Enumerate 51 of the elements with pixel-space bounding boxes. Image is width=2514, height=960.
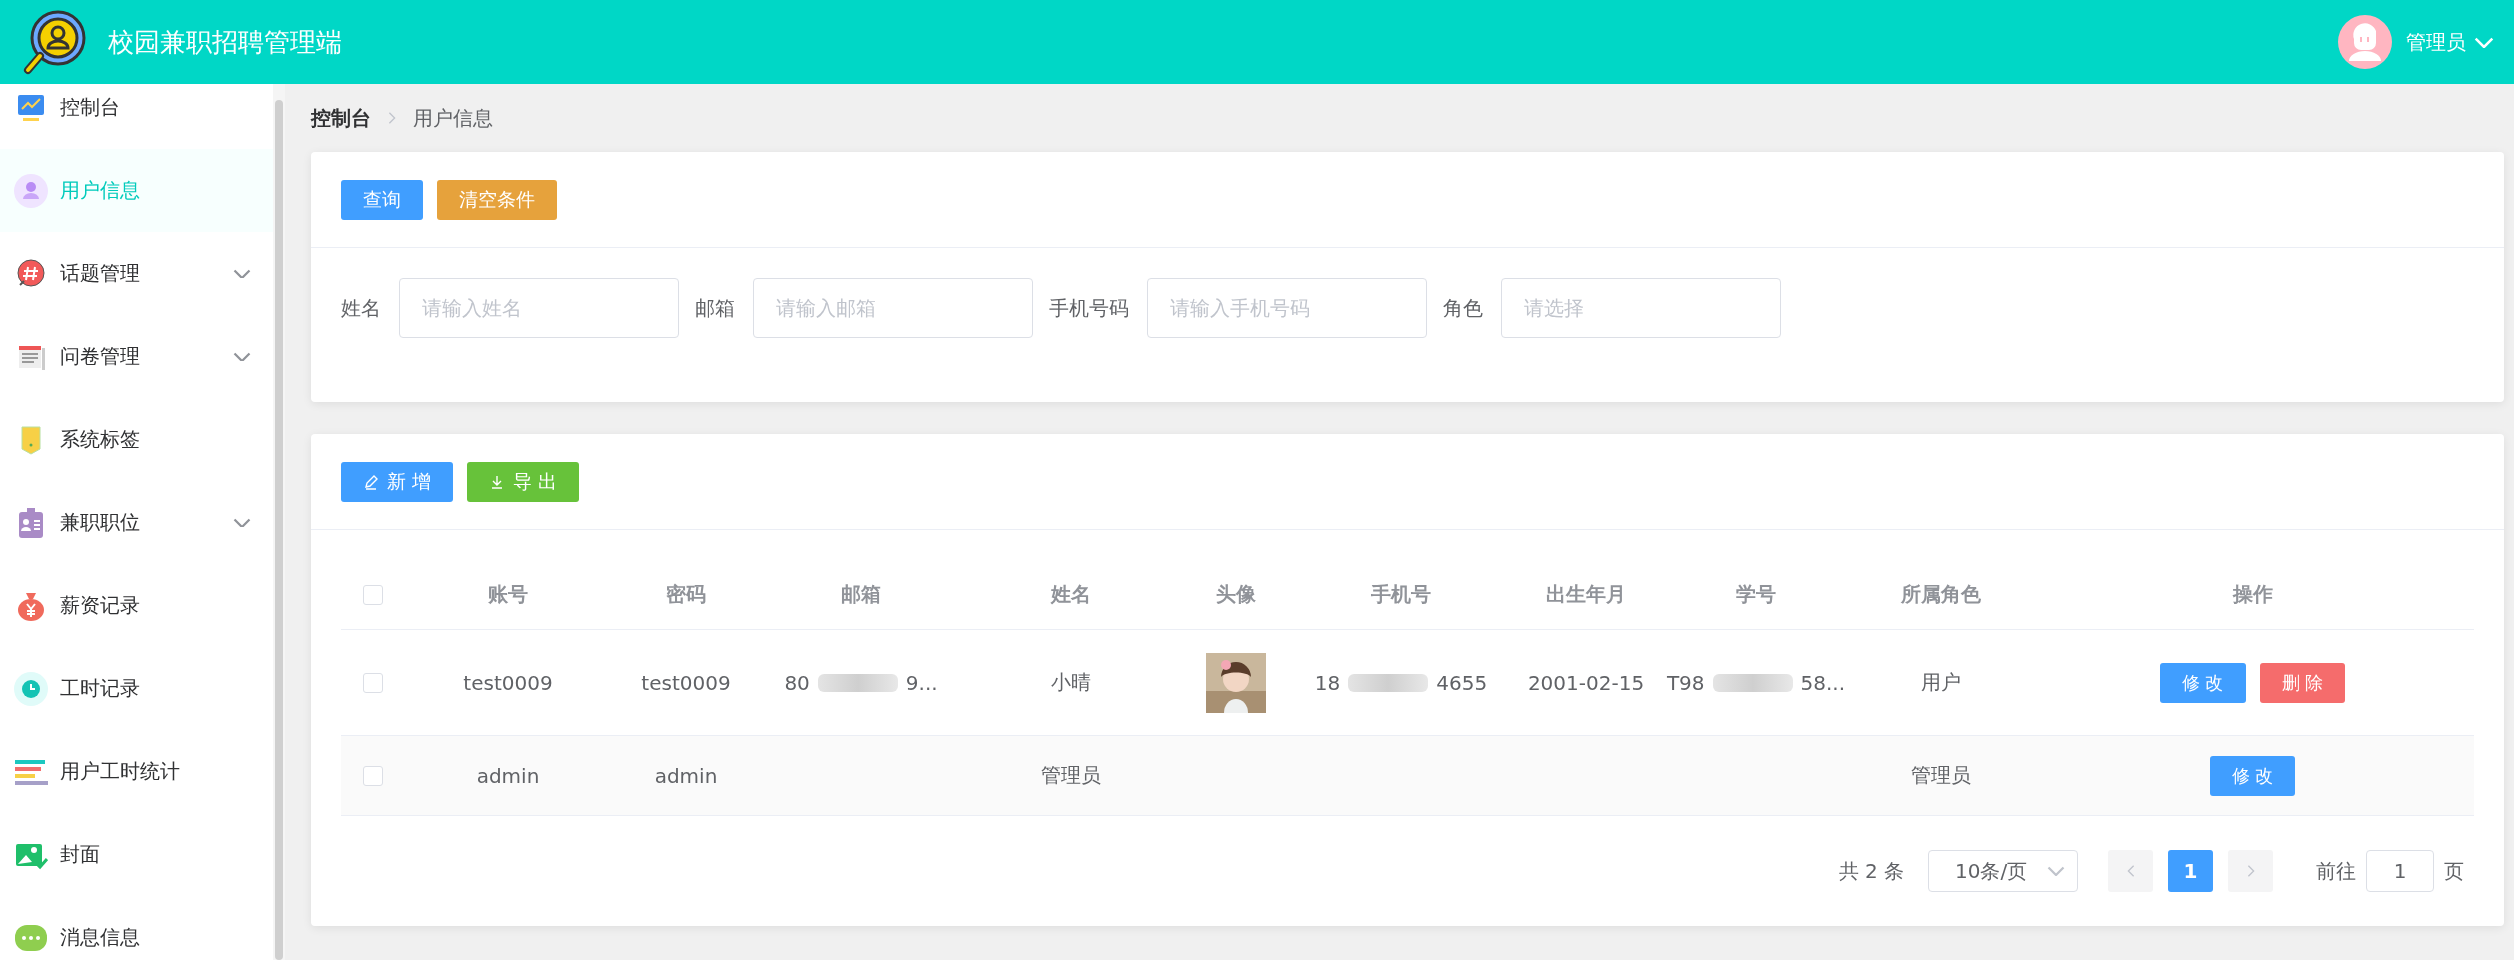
avatar-icon[interactable] bbox=[2338, 15, 2392, 69]
caret-icon bbox=[2474, 36, 2494, 48]
column-header: 邮箱 bbox=[841, 581, 881, 608]
column-header: 出生年月 bbox=[1546, 581, 1626, 608]
filter-label: 角色 bbox=[1443, 294, 1483, 322]
select-all-checkbox[interactable] bbox=[363, 584, 383, 605]
column-header: 所属角色 bbox=[1901, 581, 1981, 608]
table-cell-text: 管理员 bbox=[1041, 762, 1101, 789]
chevron-down-icon bbox=[2047, 866, 2065, 876]
filter-input[interactable]: 请输入手机号码 bbox=[1147, 278, 1427, 338]
table-cell-text: 80 bbox=[784, 670, 810, 695]
filter-input[interactable]: 请选择 bbox=[1501, 278, 1781, 338]
table-cell-text: 小晴 bbox=[1051, 669, 1091, 696]
table-cell-text: 管理员 bbox=[1911, 762, 1971, 789]
breadcrumb-item[interactable]: 控制台 bbox=[311, 104, 371, 132]
table-cell-text: test0009 bbox=[641, 670, 731, 695]
column-header: 操作 bbox=[2232, 581, 2273, 608]
table-cell-text: 用户 bbox=[1921, 669, 1961, 696]
table-cell-text: 58... bbox=[1800, 670, 1846, 695]
pencil-icon bbox=[363, 473, 379, 490]
filter-input[interactable]: 请输入姓名 bbox=[399, 278, 679, 338]
user-icon bbox=[14, 173, 48, 208]
table-cell-text: 9... bbox=[905, 670, 938, 695]
breadcrumb-item: 用户信息 bbox=[413, 104, 493, 132]
goto-suffix: 页 bbox=[2444, 857, 2464, 885]
filter-label: 邮箱 bbox=[695, 294, 735, 322]
app-title: 校园兼职招聘管理端 bbox=[108, 25, 342, 59]
goto-label: 前往 bbox=[2316, 857, 2356, 885]
column-header: 学号 bbox=[1736, 581, 1776, 608]
table-cell-text: admin bbox=[654, 763, 718, 788]
table-cell-text: 18 bbox=[1314, 670, 1341, 695]
page-size-select[interactable]: 10条/页 bbox=[1928, 850, 2078, 892]
row-checkbox[interactable] bbox=[363, 672, 383, 693]
row-checkbox[interactable] bbox=[363, 765, 383, 786]
filter-input[interactable]: 请输入邮箱 bbox=[753, 278, 1033, 338]
column-header: 姓名 bbox=[1051, 581, 1091, 608]
column-header: 账号 bbox=[488, 581, 528, 608]
table-cell-text: admin bbox=[476, 763, 540, 788]
filter-label: 姓名 bbox=[341, 294, 381, 322]
scrollbar[interactable] bbox=[275, 100, 283, 960]
column-header: 头像 bbox=[1216, 581, 1256, 608]
table-cell-text: test0009 bbox=[463, 670, 553, 695]
goto-page-input[interactable]: 1 bbox=[2366, 850, 2434, 892]
column-header: 手机号 bbox=[1371, 581, 1431, 608]
table-cell-text: 4655 bbox=[1436, 670, 1488, 695]
table-cell-text: 2001-02-15 bbox=[1527, 670, 1645, 695]
clock-icon bbox=[14, 671, 48, 706]
column-header: 密码 bbox=[666, 581, 706, 608]
total-count: 共 2 条 bbox=[1838, 857, 1904, 885]
table-cell-text: T98 bbox=[1666, 670, 1705, 695]
filter-label: 手机号码 bbox=[1049, 294, 1129, 322]
